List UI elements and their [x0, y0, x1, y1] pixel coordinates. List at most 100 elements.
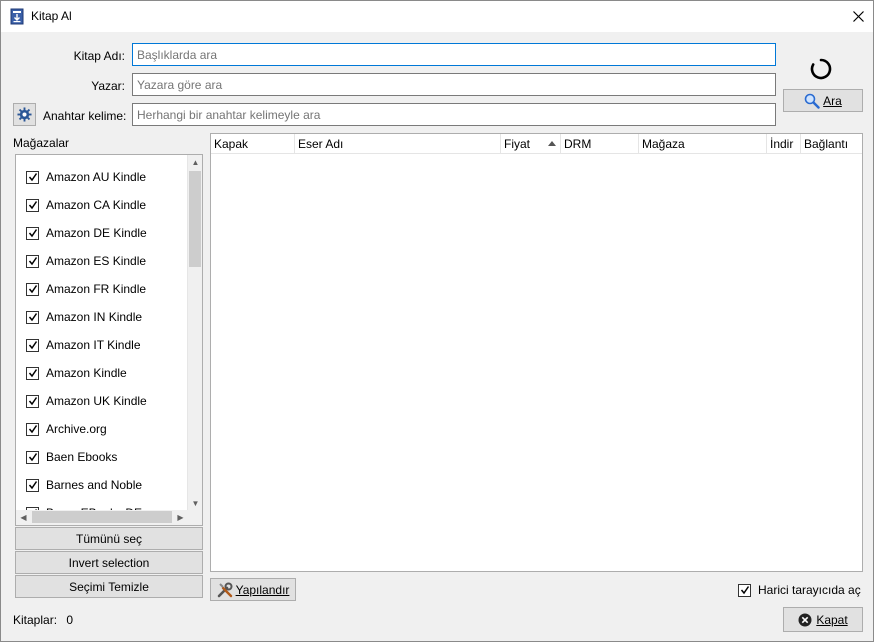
- store-checkbox[interactable]: [26, 254, 39, 268]
- scroll-right-icon[interactable]: ▶: [173, 510, 188, 525]
- store-item[interactable]: Barnes and Noble: [26, 474, 142, 496]
- results-table[interactable]: Kapak Eser Adı Fiyat DRM Mağaza İndir Bağlantı: [210, 133, 863, 572]
- search-button[interactable]: Ara: [783, 89, 863, 112]
- checkmark-icon: [740, 586, 749, 595]
- author-label: Yazar:: [91, 79, 125, 93]
- store-name: Barnes and Noble: [46, 478, 143, 492]
- store-checkbox[interactable]: [26, 226, 39, 240]
- store-checkbox[interactable]: [26, 422, 39, 436]
- window-title: Kitap Al: [31, 9, 72, 23]
- dialog-window: Kitap Al Kitap Adı: Yazar:: [0, 0, 874, 642]
- scroll-corner: [187, 510, 202, 525]
- store-name: Amazon AU Kindle: [46, 170, 147, 184]
- store-checkbox[interactable]: [26, 282, 39, 296]
- stores-vertical-scrollbar[interactable]: ▲ ▼: [187, 155, 202, 511]
- stores-horizontal-scroll-thumb[interactable]: [32, 511, 172, 523]
- close-icon: [852, 11, 864, 22]
- column-header[interactable]: DRM: [561, 134, 639, 154]
- clear-selection-button[interactable]: Seçimi Temizle: [15, 575, 203, 598]
- column-header-label: Bağlantı: [804, 137, 849, 151]
- books-count: 0: [66, 613, 74, 627]
- invert-selection-button[interactable]: Invert selection: [15, 551, 203, 574]
- configure-button[interactable]: Yapılandır: [210, 578, 296, 601]
- store-name: Amazon UK Kindle: [46, 394, 147, 408]
- external-browser-checkbox[interactable]: Harici tarayıcıda aç: [738, 583, 861, 597]
- column-header-label: DRM: [564, 137, 592, 151]
- column-header[interactable]: Eser Adı: [295, 134, 501, 154]
- book-download-icon: [10, 8, 24, 25]
- store-name: Amazon Kindle: [46, 366, 127, 380]
- books-label: Kitaplar:: [13, 613, 58, 627]
- scroll-down-icon[interactable]: ▼: [188, 496, 202, 511]
- keyword-label: Anahtar kelime:: [43, 109, 127, 123]
- column-header-label: Eser Adı: [298, 137, 344, 151]
- window-close-button[interactable]: [843, 1, 873, 32]
- checkmark-icon: [28, 425, 37, 434]
- column-header[interactable]: Mağaza: [639, 134, 767, 154]
- store-item[interactable]: Amazon DE Kindle: [26, 222, 147, 244]
- close-circle-icon: [798, 613, 812, 626]
- column-header[interactable]: Bağlantı: [801, 134, 862, 154]
- store-checkbox[interactable]: [26, 450, 39, 464]
- stores-vertical-scroll-thumb[interactable]: [189, 171, 201, 267]
- close-button[interactable]: Kapat: [783, 607, 863, 632]
- checkmark-icon: [28, 285, 37, 294]
- store-item[interactable]: Baen Ebooks: [26, 446, 117, 468]
- keyword-options-button[interactable]: [13, 103, 36, 126]
- store-item[interactable]: Amazon IN Kindle: [26, 306, 142, 328]
- store-item[interactable]: Archive.org: [26, 418, 107, 440]
- keyword-search-input[interactable]: [132, 103, 776, 126]
- gear-icon: [17, 107, 32, 122]
- invert-selection-label: Invert selection: [68, 555, 150, 570]
- store-name: Archive.org: [46, 422, 107, 436]
- store-item[interactable]: Amazon CA Kindle: [26, 194, 146, 216]
- stores-list-panel[interactable]: Amazon AU Kindle Amazon CA Kindle Amazon D…: [15, 154, 203, 526]
- store-item[interactable]: Amazon Kindle: [26, 362, 127, 384]
- store-checkbox[interactable]: [26, 170, 39, 184]
- sort-ascending-icon: [548, 141, 556, 146]
- author-search-input[interactable]: [132, 73, 776, 96]
- select-all-label: Tümünü seç: [75, 531, 143, 546]
- store-item[interactable]: Amazon ES Kindle: [26, 250, 146, 272]
- column-header[interactable]: İndir: [767, 134, 801, 154]
- select-all-button[interactable]: Tümünü seç: [15, 527, 203, 550]
- stores-horizontal-scrollbar[interactable]: ◀ ▶: [16, 510, 188, 525]
- checkmark-icon: [28, 173, 37, 182]
- store-item[interactable]: Amazon IT Kindle: [26, 334, 141, 356]
- column-header-label: Kapak: [214, 137, 249, 151]
- configure-button-label: Yapılandır: [235, 582, 290, 597]
- store-item[interactable]: Amazon AU Kindle: [26, 166, 146, 188]
- store-checkbox[interactable]: [26, 338, 39, 352]
- store-item[interactable]: Amazon FR Kindle: [26, 278, 146, 300]
- store-checkbox[interactable]: [26, 394, 39, 408]
- store-item[interactable]: Amazon UK Kindle: [26, 390, 147, 412]
- column-header-label: Mağaza: [642, 137, 685, 151]
- title-search-input[interactable]: [132, 43, 776, 66]
- store-checkbox[interactable]: [26, 366, 39, 380]
- store-checkbox[interactable]: [26, 310, 39, 324]
- column-header[interactable]: Kapak: [211, 134, 295, 154]
- checkmark-icon: [28, 229, 37, 238]
- store-name: Amazon FR Kindle: [46, 282, 147, 296]
- stores-label: Mağazalar: [13, 136, 70, 150]
- spinner-icon: [810, 58, 832, 80]
- external-browser-label: Harici tarayıcıda aç: [758, 583, 861, 597]
- search-button-label: Ara: [823, 93, 842, 108]
- store-name: Baen Ebooks: [46, 450, 118, 464]
- title-bar: Kitap Al: [1, 1, 873, 32]
- scroll-left-icon[interactable]: ◀: [16, 510, 31, 525]
- store-name: Amazon IT Kindle: [46, 338, 141, 352]
- stores-list[interactable]: Amazon AU Kindle Amazon CA Kindle Amazon D…: [16, 155, 188, 511]
- scroll-up-icon[interactable]: ▲: [188, 155, 202, 170]
- store-name: Amazon DE Kindle: [46, 226, 147, 240]
- store-name: Amazon IN Kindle: [46, 310, 143, 324]
- checkbox-box[interactable]: [738, 583, 751, 597]
- store-checkbox[interactable]: [26, 198, 39, 212]
- checkmark-icon: [28, 257, 37, 266]
- column-header-label: İndir: [770, 137, 794, 151]
- title-label: Kitap Adı:: [73, 49, 125, 63]
- column-header[interactable]: Fiyat: [501, 134, 561, 154]
- store-checkbox[interactable]: [26, 478, 39, 492]
- store-name: Amazon ES Kindle: [46, 254, 147, 268]
- checkmark-icon: [28, 341, 37, 350]
